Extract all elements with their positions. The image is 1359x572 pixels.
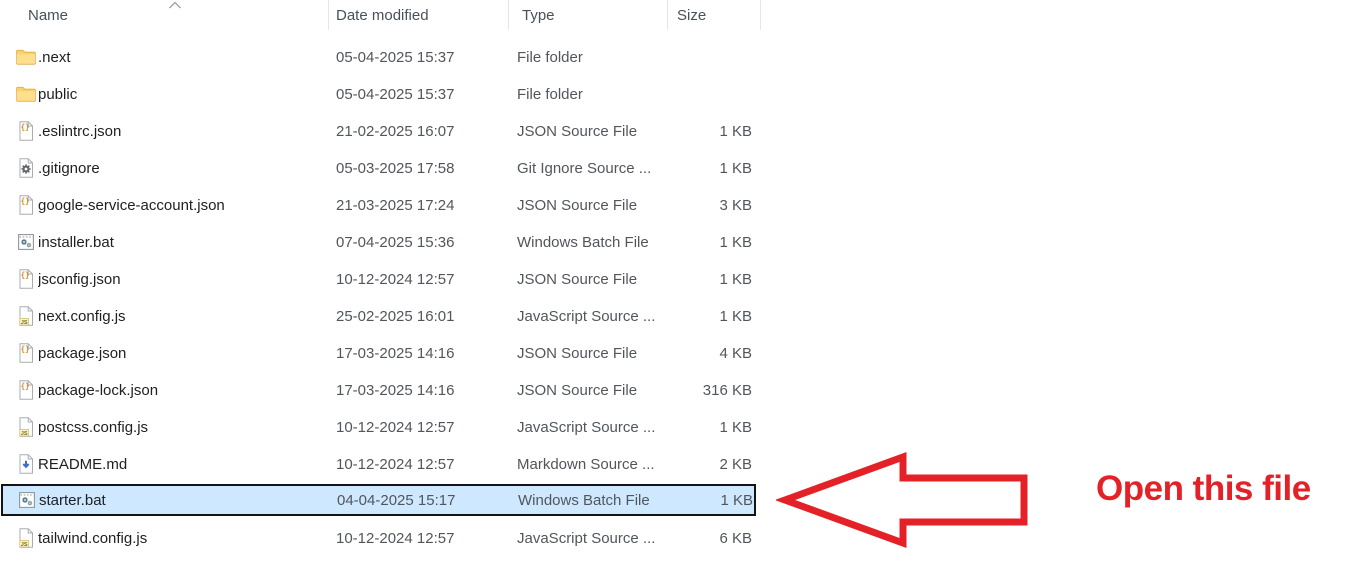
column-divider[interactable] bbox=[760, 0, 761, 30]
file-date-modified: 05-04-2025 15:37 bbox=[336, 42, 504, 72]
json-file-icon: {} bbox=[14, 116, 38, 146]
file-name: package-lock.json bbox=[38, 375, 323, 405]
svg-text:JS: JS bbox=[21, 431, 28, 437]
column-divider[interactable] bbox=[508, 0, 509, 30]
file-name: README.md bbox=[38, 449, 323, 479]
json-file-icon: {} bbox=[14, 338, 38, 368]
column-header-name[interactable]: Name bbox=[28, 0, 68, 30]
file-date-modified: 05-04-2025 15:37 bbox=[336, 79, 504, 109]
js-file-icon: JS bbox=[14, 412, 38, 442]
column-header-date-modified[interactable]: Date modified bbox=[336, 0, 429, 30]
file-size: 316 KB bbox=[640, 375, 752, 405]
file-name: starter.bat bbox=[39, 486, 324, 514]
file-date-modified: 10-12-2024 12:57 bbox=[336, 449, 504, 479]
file-size bbox=[640, 42, 752, 72]
folder-icon bbox=[14, 79, 38, 109]
file-row[interactable]: README.md 10-12-2024 12:57 Markdown Sour… bbox=[0, 449, 760, 479]
file-row[interactable]: {} .eslintrc.json 21-02-2025 16:07 JSON … bbox=[0, 116, 760, 146]
js-file-icon: JS bbox=[14, 301, 38, 331]
file-size: 1 KB bbox=[640, 227, 752, 257]
file-row[interactable]: {} package.json 17-03-2025 14:16 JSON So… bbox=[0, 338, 760, 368]
file-name: postcss.config.js bbox=[38, 412, 323, 442]
file-name: package.json bbox=[38, 338, 323, 368]
file-row[interactable]: JS next.config.js 25-02-2025 16:01 JavaS… bbox=[0, 301, 760, 331]
batch-file-icon bbox=[14, 227, 38, 257]
chevron-up-icon[interactable] bbox=[168, 1, 182, 9]
file-size: 1 KB bbox=[640, 301, 752, 331]
file-name: google-service-account.json bbox=[38, 190, 323, 220]
js-file-icon: JS bbox=[14, 523, 38, 553]
svg-text:{}: {} bbox=[21, 382, 30, 391]
markdown-file-icon bbox=[14, 449, 38, 479]
file-size: 2 KB bbox=[640, 449, 752, 479]
file-date-modified: 05-03-2025 17:58 bbox=[336, 153, 504, 183]
file-name: .next bbox=[38, 42, 323, 72]
file-date-modified: 17-03-2025 14:16 bbox=[336, 338, 504, 368]
file-date-modified: 10-12-2024 12:57 bbox=[336, 523, 504, 553]
file-name: installer.bat bbox=[38, 227, 323, 257]
file-date-modified: 21-02-2025 16:07 bbox=[336, 116, 504, 146]
file-name: next.config.js bbox=[38, 301, 323, 331]
json-file-icon: {} bbox=[14, 264, 38, 294]
file-row[interactable]: JS tailwind.config.js 10-12-2024 12:57 J… bbox=[0, 523, 760, 553]
file-name: public bbox=[38, 79, 323, 109]
file-name: jsconfig.json bbox=[38, 264, 323, 294]
file-size: 1 KB bbox=[640, 116, 752, 146]
file-size bbox=[640, 79, 752, 109]
json-file-icon: {} bbox=[14, 190, 38, 220]
file-size: 6 KB bbox=[640, 523, 752, 553]
file-row[interactable]: .gitignore 05-03-2025 17:58 Git Ignore S… bbox=[0, 153, 760, 183]
file-date-modified: 04-04-2025 15:17 bbox=[337, 486, 505, 514]
file-date-modified: 07-04-2025 15:36 bbox=[336, 227, 504, 257]
file-row[interactable]: JS postcss.config.js 10-12-2024 12:57 Ja… bbox=[0, 412, 760, 442]
file-size: 1 KB bbox=[640, 264, 752, 294]
svg-text:JS: JS bbox=[21, 320, 28, 326]
svg-text:{}: {} bbox=[21, 345, 30, 354]
file-row[interactable]: public 05-04-2025 15:37 File folder bbox=[0, 79, 760, 109]
file-row[interactable]: installer.bat 07-04-2025 15:36 Windows B… bbox=[0, 227, 760, 257]
svg-text:{}: {} bbox=[21, 197, 30, 206]
file-date-modified: 10-12-2024 12:57 bbox=[336, 412, 504, 442]
file-row[interactable]: {} package-lock.json 17-03-2025 14:16 JS… bbox=[0, 375, 760, 405]
file-name: .eslintrc.json bbox=[38, 116, 323, 146]
svg-text:{}: {} bbox=[21, 271, 30, 280]
file-date-modified: 10-12-2024 12:57 bbox=[336, 264, 504, 294]
file-row[interactable]: {} jsconfig.json 10-12-2024 12:57 JSON S… bbox=[0, 264, 760, 294]
file-size: 1 KB bbox=[640, 153, 752, 183]
file-explorer-window: Name Date modified Type Size .next 05-04… bbox=[0, 0, 1359, 572]
left-block-arrow-icon bbox=[776, 449, 1032, 553]
column-divider[interactable] bbox=[328, 0, 329, 30]
column-header-size[interactable]: Size bbox=[677, 0, 706, 30]
file-size: 1 KB bbox=[640, 412, 752, 442]
file-size: 1 KB bbox=[641, 486, 753, 514]
file-date-modified: 17-03-2025 14:16 bbox=[336, 375, 504, 405]
batch-file-icon bbox=[15, 486, 39, 514]
file-row[interactable]: .next 05-04-2025 15:37 File folder bbox=[0, 42, 760, 72]
column-divider[interactable] bbox=[667, 0, 668, 30]
svg-text:{}: {} bbox=[21, 123, 30, 132]
file-date-modified: 25-02-2025 16:01 bbox=[336, 301, 504, 331]
svg-text:JS: JS bbox=[21, 542, 28, 548]
json-file-icon: {} bbox=[14, 375, 38, 405]
folder-icon bbox=[14, 42, 38, 72]
file-name: .gitignore bbox=[38, 153, 323, 183]
file-row[interactable]: {} google-service-account.json 21-03-202… bbox=[0, 190, 760, 220]
file-row-selected[interactable]: starter.bat 04-04-2025 15:17 Windows Bat… bbox=[1, 484, 756, 516]
file-size: 3 KB bbox=[640, 190, 752, 220]
gear-file-icon bbox=[14, 153, 38, 183]
file-size: 4 KB bbox=[640, 338, 752, 368]
annotation-label: Open this file bbox=[1096, 469, 1311, 509]
column-header-type[interactable]: Type bbox=[522, 0, 555, 30]
file-date-modified: 21-03-2025 17:24 bbox=[336, 190, 504, 220]
file-name: tailwind.config.js bbox=[38, 523, 323, 553]
